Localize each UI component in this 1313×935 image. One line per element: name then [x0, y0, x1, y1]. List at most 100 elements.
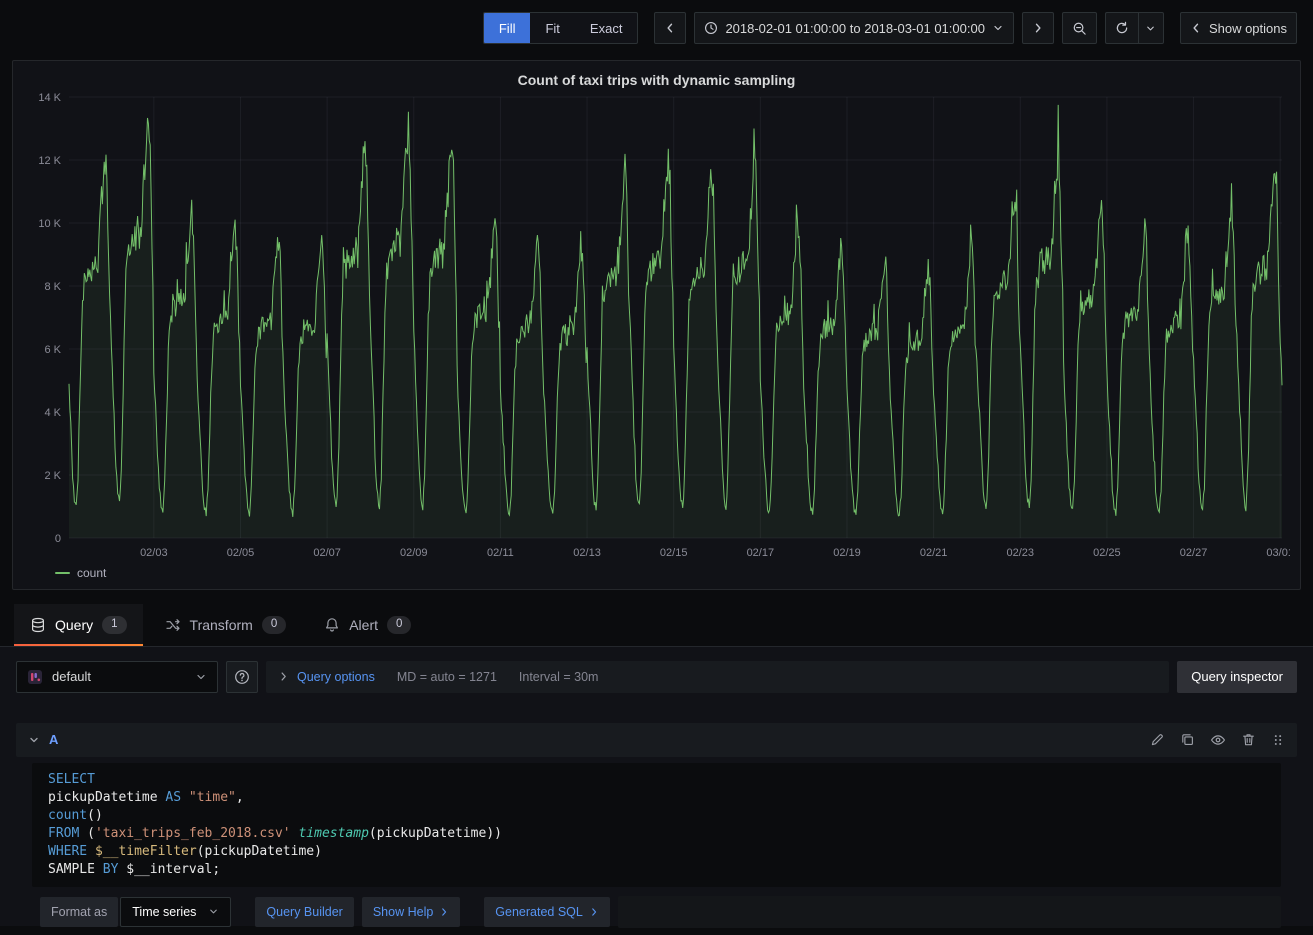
- tab-alert-label: Alert: [349, 617, 378, 633]
- svg-text:02/03: 02/03: [140, 547, 168, 559]
- query-options-toggle[interactable]: Query options: [278, 670, 375, 684]
- format-as-select[interactable]: Time series: [120, 897, 231, 927]
- query-section: default Query options MD = auto = 1271 I…: [0, 647, 1313, 926]
- generated-sql-label: Generated SQL: [495, 905, 583, 919]
- format-as-value: Time series: [132, 905, 196, 919]
- svg-text:02/15: 02/15: [660, 547, 688, 559]
- datasource-value: default: [52, 669, 91, 684]
- chevron-left-icon: [664, 22, 676, 34]
- refresh-icon: [1115, 21, 1129, 35]
- mode-exact-button[interactable]: Exact: [575, 13, 638, 43]
- drag-handle-icon[interactable]: [1271, 733, 1285, 747]
- timeseries-chart[interactable]: 0 2 K 4 K 6 K 8 K 10 K 12 K 14 K 02/03 02/05 02/07…: [23, 91, 1290, 564]
- query-controls-row: default Query options MD = auto = 1271 I…: [16, 661, 1297, 693]
- chevron-down-icon: [208, 906, 219, 917]
- datasource-help-button[interactable]: [226, 661, 258, 693]
- collapse-chevron-icon[interactable]: [28, 734, 40, 746]
- tab-query[interactable]: Query 1: [14, 604, 143, 646]
- time-shift-forward-button[interactable]: [1022, 12, 1054, 44]
- svg-text:4 K: 4 K: [44, 407, 61, 419]
- query-row-header[interactable]: A: [16, 723, 1297, 757]
- query-row-actions: [1150, 732, 1285, 748]
- svg-text:6 K: 6 K: [44, 344, 61, 356]
- footer-filler: [618, 896, 1281, 928]
- chevron-down-icon: [195, 671, 207, 683]
- tab-transform[interactable]: Transform 0: [149, 604, 303, 646]
- chevron-down-icon: [1145, 23, 1156, 34]
- query-ref-id[interactable]: A: [49, 732, 58, 747]
- tab-transform-badge: 0: [262, 616, 286, 634]
- legend-series-label: count: [77, 566, 106, 580]
- query-options-bar: Query options MD = auto = 1271 Interval …: [266, 661, 1169, 693]
- show-help-label: Show Help: [373, 905, 433, 919]
- tab-alert[interactable]: Alert 0: [308, 604, 427, 646]
- tab-transform-label: Transform: [190, 617, 253, 633]
- svg-text:02/23: 02/23: [1007, 547, 1035, 559]
- mode-fit-button[interactable]: Fit: [530, 13, 574, 43]
- time-range-label: 2018-02-01 01:00:00 to 2018-03-01 01:00:…: [725, 21, 985, 36]
- refresh-button-group: [1105, 12, 1164, 44]
- generated-sql-button[interactable]: Generated SQL: [484, 897, 610, 927]
- hide-eye-icon[interactable]: [1210, 732, 1226, 748]
- top-toolbar: Fill Fit Exact 2018-02-01 01:00:00 to 20…: [0, 0, 1313, 56]
- refresh-interval-dropdown[interactable]: [1138, 12, 1164, 44]
- zoom-out-time-button[interactable]: [1062, 12, 1097, 44]
- duplicate-copy-icon[interactable]: [1180, 732, 1195, 747]
- tab-alert-badge: 0: [387, 616, 411, 634]
- max-data-points-value: MD = auto = 1271: [397, 670, 497, 684]
- question-circle-icon: [234, 669, 250, 685]
- bell-icon: [324, 617, 340, 633]
- format-as-label: Format as: [40, 897, 118, 927]
- tab-query-label: Query: [55, 617, 93, 633]
- transform-icon: [165, 617, 181, 633]
- clock-icon: [704, 21, 718, 35]
- svg-text:0: 0: [55, 533, 61, 545]
- time-range-picker[interactable]: 2018-02-01 01:00:00 to 2018-03-01 01:00:…: [694, 12, 1014, 44]
- query-row-footer: Format as Time series Query Builder Show…: [40, 896, 1281, 928]
- time-shift-back-button[interactable]: [654, 12, 686, 44]
- svg-text:2 K: 2 K: [44, 470, 61, 482]
- angle-left-icon: [1190, 22, 1202, 34]
- zoom-out-icon: [1072, 21, 1087, 36]
- svg-text:03/01: 03/01: [1266, 547, 1290, 559]
- query-builder-button[interactable]: Query Builder: [255, 897, 353, 927]
- chevron-right-icon: [1032, 22, 1044, 34]
- svg-text:02/07: 02/07: [313, 547, 341, 559]
- panel-size-mode-group: Fill Fit Exact: [483, 12, 639, 44]
- svg-text:02/05: 02/05: [227, 547, 255, 559]
- svg-text:02/11: 02/11: [487, 547, 514, 559]
- datasource-picker[interactable]: default: [16, 661, 218, 693]
- query-options-label: Query options: [297, 670, 375, 684]
- chevron-right-icon: [278, 671, 289, 682]
- chevron-right-icon: [439, 907, 449, 917]
- refresh-button[interactable]: [1105, 12, 1138, 44]
- tab-query-badge: 1: [102, 616, 126, 634]
- database-icon: [30, 617, 46, 633]
- mode-fill-button[interactable]: Fill: [484, 13, 531, 43]
- delete-trash-icon[interactable]: [1241, 732, 1256, 747]
- panel-title: Count of taxi trips with dynamic samplin…: [23, 67, 1290, 91]
- sql-code-editor[interactable]: SELECTpickupDatetime AS "time",count()FR…: [32, 763, 1281, 887]
- chevron-right-icon: [589, 907, 599, 917]
- datasource-icon: [27, 669, 43, 685]
- svg-text:02/19: 02/19: [833, 547, 861, 559]
- show-options-button[interactable]: Show options: [1180, 12, 1297, 44]
- legend-series-line: [55, 572, 70, 574]
- chevron-down-icon: [992, 22, 1004, 34]
- svg-text:12 K: 12 K: [38, 155, 61, 167]
- svg-text:02/21: 02/21: [920, 547, 948, 559]
- svg-text:14 K: 14 K: [38, 92, 61, 104]
- svg-text:02/25: 02/25: [1093, 547, 1121, 559]
- legend-item-count[interactable]: count: [23, 564, 1290, 585]
- query-inspector-button[interactable]: Query inspector: [1177, 661, 1297, 693]
- svg-text:02/27: 02/27: [1180, 547, 1208, 559]
- interval-value: Interval = 30m: [519, 670, 599, 684]
- editor-tabs: Query 1 Transform 0 Alert 0: [0, 604, 1313, 647]
- svg-text:02/09: 02/09: [400, 547, 428, 559]
- show-help-button[interactable]: Show Help: [362, 897, 460, 927]
- svg-text:8 K: 8 K: [44, 281, 61, 293]
- timeseries-panel: Count of taxi trips with dynamic samplin…: [12, 60, 1301, 590]
- svg-text:10 K: 10 K: [38, 218, 61, 230]
- edit-pencil-icon[interactable]: [1150, 732, 1165, 747]
- svg-text:02/17: 02/17: [747, 547, 775, 559]
